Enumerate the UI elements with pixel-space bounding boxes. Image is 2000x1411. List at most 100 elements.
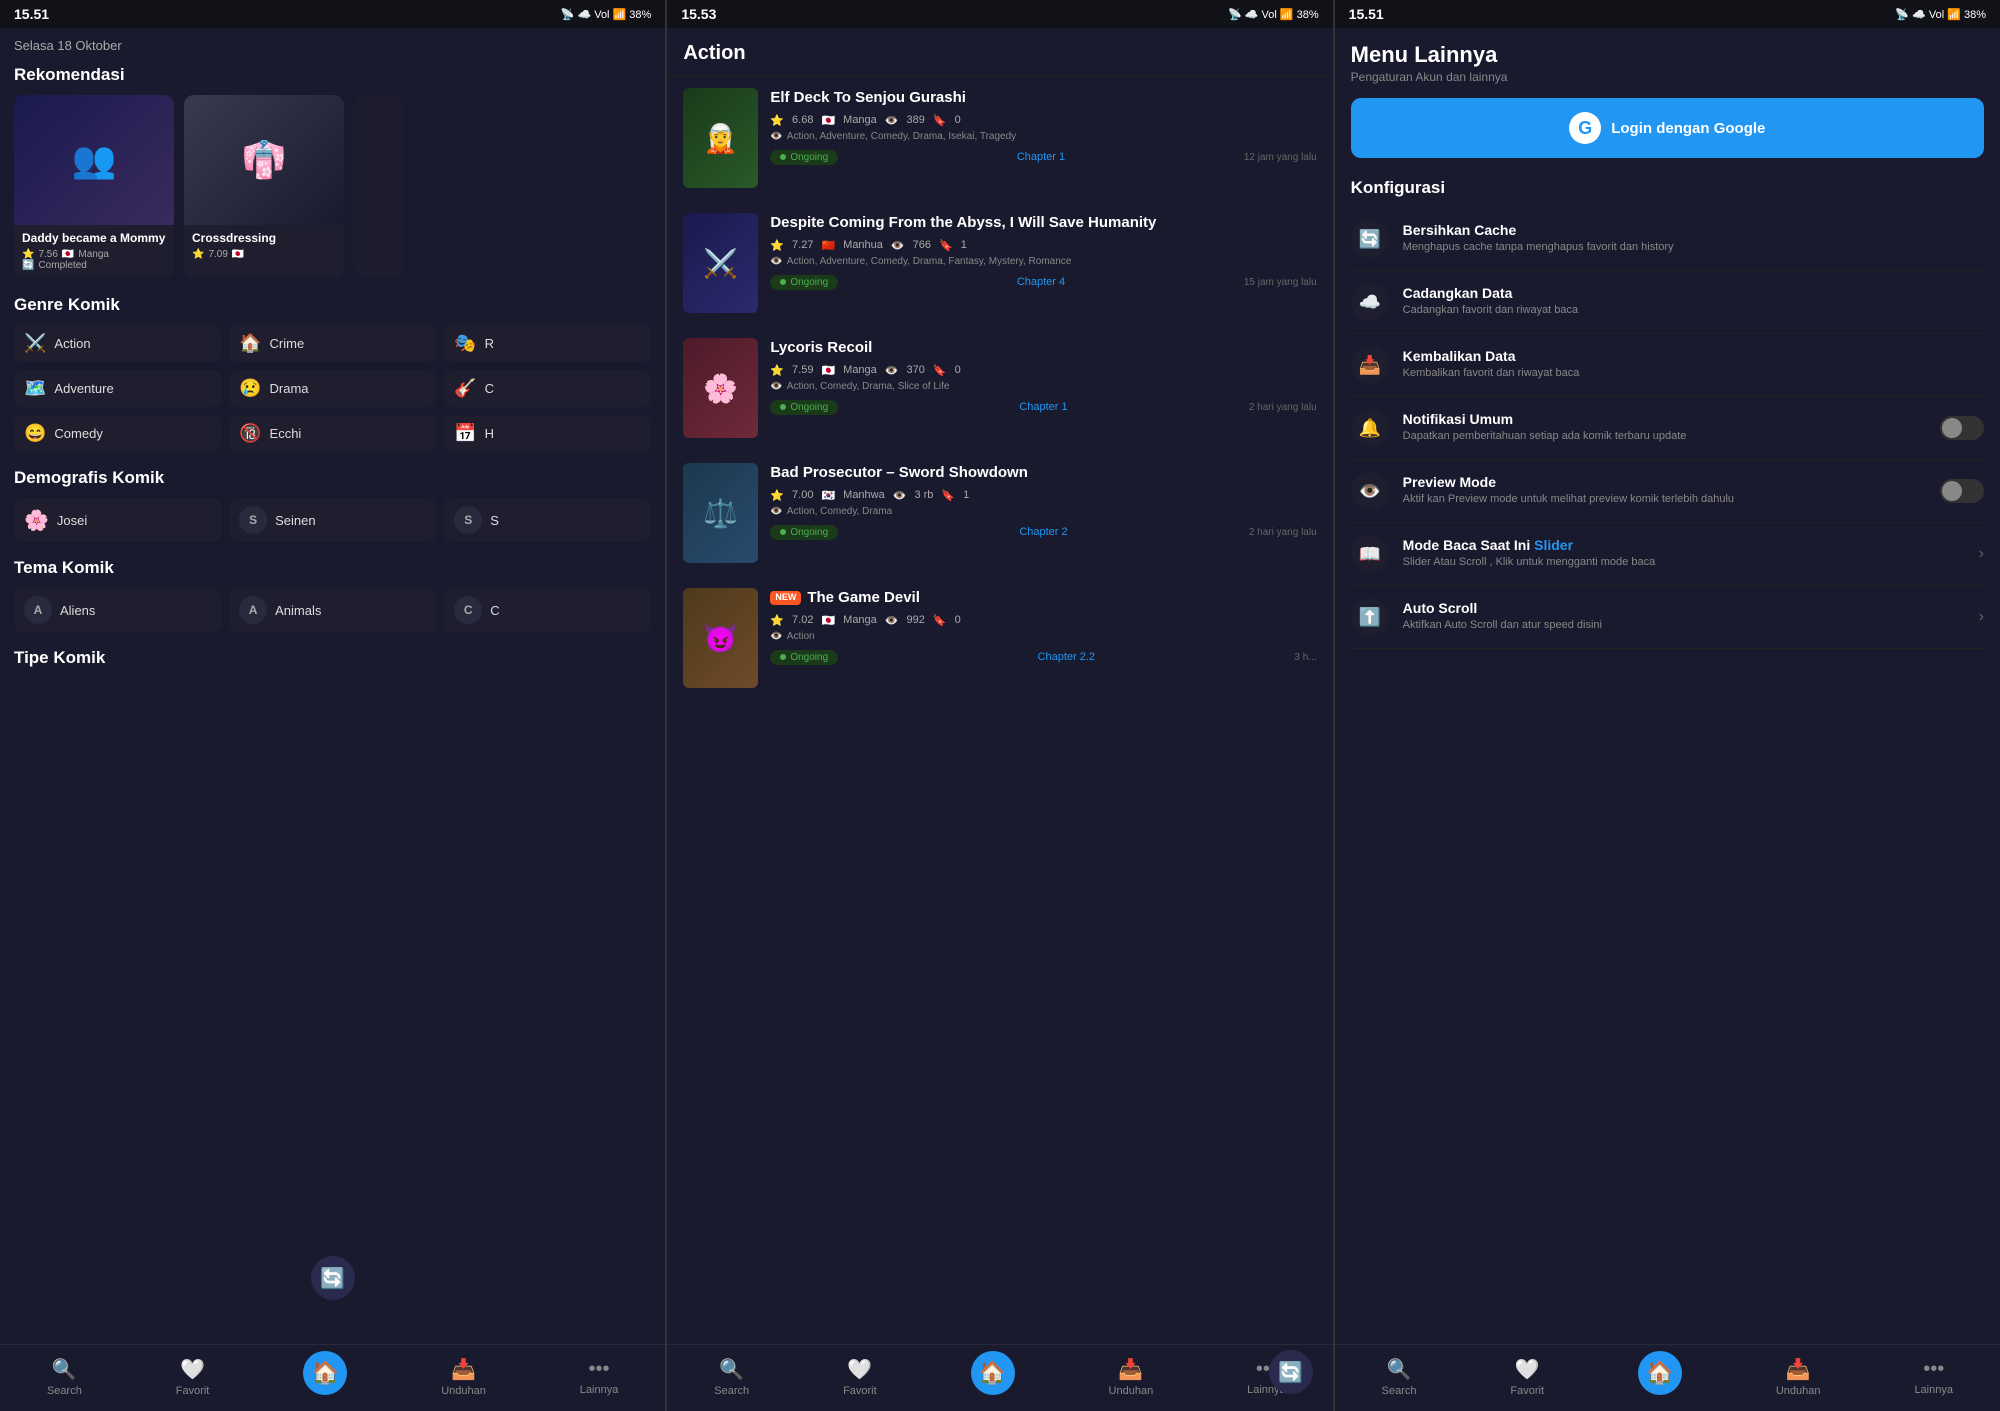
eye-icon-5: 👁️ [770, 631, 782, 642]
chapter-link-4[interactable]: Chapter 2 [1019, 526, 1067, 538]
tema-grid: A Aliens A Animals C C [14, 588, 651, 632]
manga-stats-3: ⭐ 7.59 🇯🇵 Manga 👁️ 370 🔖 0 [770, 364, 1316, 377]
nav-unduhan-3[interactable]: 📥 Unduhan [1764, 1353, 1833, 1401]
adventure-icon: 🗺️ [24, 378, 46, 399]
demografi-s[interactable]: S S [444, 498, 651, 542]
nav-favorit-1[interactable]: 🤍 Favorit [164, 1353, 222, 1401]
bookmark-1: 🔖 [933, 114, 947, 127]
nav-search-3[interactable]: 🔍 Search [1370, 1353, 1429, 1401]
tema-c-circle: C [454, 596, 482, 624]
manga-item-2[interactable]: ⚔️ Despite Coming From the Abyss, I Will… [667, 201, 1332, 326]
bookmark-4: 🔖 [941, 489, 955, 502]
flag-2: 🇨🇳 [821, 239, 835, 252]
rating-3: 7.59 [792, 364, 813, 376]
chapter-link-2[interactable]: Chapter 4 [1017, 276, 1065, 288]
aliens-label: Aliens [60, 603, 95, 618]
views-5: 992 [907, 614, 925, 626]
notif-toggle[interactable] [1940, 416, 1984, 440]
type-2: Manhua [843, 239, 883, 251]
nav-favorit-2[interactable]: 🤍 Favorit [831, 1353, 889, 1401]
manga-item-3[interactable]: 🌸 Lycoris Recoil ⭐ 7.59 🇯🇵 Manga 👁️ 370 … [667, 326, 1332, 451]
rekom-meta-2: ⭐ 7.09 🇯🇵 [192, 249, 336, 260]
manga-cover-3: 🌸 [683, 338, 758, 438]
preview-title: Preview Mode [1403, 474, 1926, 490]
rekom-card-3[interactable] [354, 95, 404, 277]
nav-search-1[interactable]: 🔍 Search [35, 1353, 94, 1401]
menu-bersihkan-cache[interactable]: 🔄 Bersihkan Cache Menghapus cache tanpa … [1351, 208, 1984, 271]
genre-comedy[interactable]: 😄 Comedy [14, 415, 221, 452]
tema-aliens[interactable]: A Aliens [14, 588, 221, 632]
rekom-card-1[interactable]: 👥 Daddy became a Mommy ⭐ 7.56 🇯🇵 Manga 🔄… [14, 95, 174, 277]
comedy-label: Comedy [54, 426, 102, 441]
nav-lainnya-1[interactable]: ••• Lainnya [568, 1354, 631, 1400]
menu-notifikasi[interactable]: 🔔 Notifikasi Umum Dapatkan pemberitahuan… [1351, 397, 1984, 460]
views-2: 766 [913, 239, 931, 251]
manga-genres-1: 👁️ Action, Adventure, Comedy, Drama, Ise… [770, 131, 1316, 142]
nav-home-2[interactable]: 🏠 [959, 1355, 1027, 1399]
nav-lainnya-3[interactable]: ••• Lainnya [1902, 1354, 1965, 1400]
chapter-link-1[interactable]: Chapter 1 [1017, 151, 1065, 163]
backup-text: Cadangkan Data Cadangkan favorit dan riw… [1403, 285, 1984, 318]
eye-4: 👁️ [893, 489, 907, 502]
rekom-title-1: Daddy became a Mommy [22, 231, 166, 245]
nav-search-2[interactable]: 🔍 Search [702, 1353, 761, 1401]
search-label-3: Search [1382, 1385, 1417, 1397]
demografi-seinen[interactable]: S Seinen [229, 498, 436, 542]
menu-cadangkan-data[interactable]: ☁️ Cadangkan Data Cadangkan favorit dan … [1351, 271, 1984, 334]
nav-home-1[interactable]: 🏠 [291, 1355, 359, 1399]
badge-ongoing-1: Ongoing [770, 150, 838, 165]
josei-icon: 🌸 [24, 508, 49, 533]
manga-title-1: Elf Deck To Senjou Gurashi [770, 88, 1316, 108]
rekom-rating-1: 7.56 [38, 249, 57, 260]
manga-item-4[interactable]: ⚖️ Bad Prosecutor – Sword Showdown ⭐ 7.0… [667, 451, 1332, 576]
more-icon-3: ••• [1923, 1358, 1944, 1381]
tema-c[interactable]: C C [444, 588, 651, 632]
star-icon-4: ⭐ [770, 489, 784, 502]
login-google-button[interactable]: G Login dengan Google [1351, 98, 1984, 158]
menu-kembalikan-data[interactable]: 📥 Kembalikan Data Kembalikan favorit dan… [1351, 334, 1984, 397]
genre-action[interactable]: ⚔️ Action [14, 325, 221, 362]
genre-title: Genre Komik [14, 295, 651, 315]
heart-icon-3: 🤍 [1515, 1357, 1540, 1382]
tema-title: Tema Komik [14, 558, 651, 578]
manga-title-2: Despite Coming From the Abyss, I Will Sa… [770, 213, 1316, 233]
cache-title: Bersihkan Cache [1403, 222, 1984, 238]
nav-home-3[interactable]: 🏠 [1626, 1355, 1694, 1399]
refresh-fab[interactable]: 🔄 [311, 1256, 355, 1300]
search-label-2: Search [714, 1385, 749, 1397]
konfigurasi-title: Konfigurasi [1351, 178, 1984, 198]
nav-favorit-3[interactable]: 🤍 Favorit [1498, 1353, 1556, 1401]
genre-h[interactable]: 📅 H [444, 415, 651, 452]
rekom-meta-1: ⭐ 7.56 🇯🇵 Manga [22, 249, 166, 260]
bookmark-2: 🔖 [939, 239, 953, 252]
mode-baca-icon: 📖 [1351, 535, 1389, 573]
genre-c[interactable]: 🎸 C [444, 370, 651, 407]
genre-ecchi[interactable]: 🔞 Ecchi [229, 415, 436, 452]
preview-toggle[interactable] [1940, 479, 1984, 503]
notif-desc: Dapatkan pemberitahuan setiap ada komik … [1403, 429, 1926, 444]
genre-drama[interactable]: 😢 Drama [229, 370, 436, 407]
manga-stats-5: ⭐ 7.02 🇯🇵 Manga 👁️ 992 🔖 0 [770, 614, 1316, 627]
menu-mode-baca[interactable]: 📖 Mode Baca Saat Ini Slider Slider Atau … [1351, 523, 1984, 586]
restore-title: Kembalikan Data [1403, 348, 1984, 364]
manga-item-1[interactable]: 🧝 Elf Deck To Senjou Gurashi ⭐ 6.68 🇯🇵 M… [667, 76, 1332, 201]
menu-auto-scroll[interactable]: ⬆️ Auto Scroll Aktifkan Auto Scroll dan … [1351, 586, 1984, 649]
menu-preview-mode[interactable]: 👁️ Preview Mode Aktif kan Preview mode u… [1351, 460, 1984, 523]
time-ago-4: 2 hari yang lalu [1249, 527, 1317, 538]
tema-animals[interactable]: A Animals [229, 588, 436, 632]
manga-info-3: Lycoris Recoil ⭐ 7.59 🇯🇵 Manga 👁️ 370 🔖 … [770, 338, 1316, 415]
refresh-fab-2[interactable]: 🔄 [1269, 1350, 1313, 1394]
chapter-link-5[interactable]: Chapter 2.2 [1038, 651, 1095, 663]
genre-adventure[interactable]: 🗺️ Adventure [14, 370, 221, 407]
rekom-card-2[interactable]: 👘 Crossdressing ⭐ 7.09 🇯🇵 [184, 95, 344, 277]
action-title: Action [683, 42, 1316, 65]
demografi-josei[interactable]: 🌸 Josei [14, 498, 221, 542]
h-label: H [485, 426, 494, 441]
chapter-link-3[interactable]: Chapter 1 [1019, 401, 1067, 413]
manga-item-5[interactable]: 😈 NEW The Game Devil ⭐ 7.02 🇯🇵 Manga 👁️ … [667, 576, 1332, 701]
genre-crime[interactable]: 🏠 Crime [229, 325, 436, 362]
genre-r[interactable]: 🎭 R [444, 325, 651, 362]
nav-unduhan-2[interactable]: 📥 Unduhan [1097, 1353, 1166, 1401]
nav-unduhan-1[interactable]: 📥 Unduhan [429, 1353, 498, 1401]
new-badge: NEW [770, 591, 801, 605]
